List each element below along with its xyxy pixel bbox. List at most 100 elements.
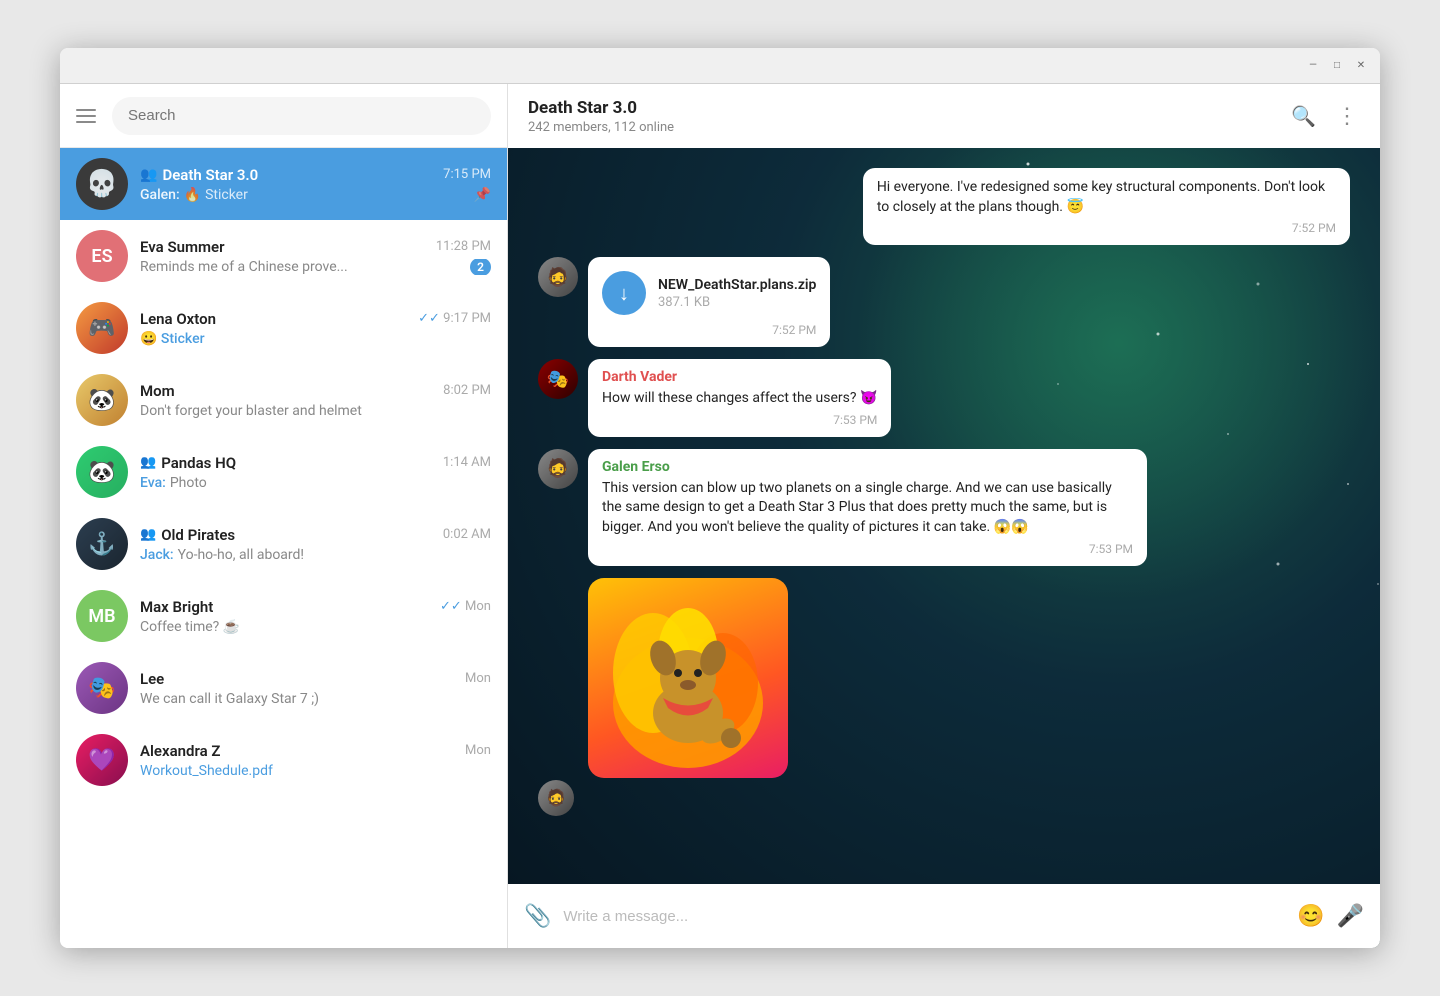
chat-name: Max Bright <box>140 598 213 616</box>
more-options-button[interactable]: ⋮ <box>1336 104 1360 129</box>
messages-area: Hi everyone. I've redesigned some key st… <box>508 148 1380 884</box>
attach-button[interactable]: 📎 <box>524 904 551 929</box>
download-button[interactable]: ↓ <box>602 271 646 315</box>
chat-name-row: Lena Oxton ✓✓ 9:17 PM <box>140 310 491 328</box>
chat-title-area: Death Star 3.0 242 members, 112 online <box>528 98 674 135</box>
message-group: 🎭 Darth Vader How will these changes aff… <box>538 359 891 437</box>
list-item[interactable]: ⚓ 👥 Old Pirates 0:02 AM Jack: Yo-ho-ho, … <box>60 508 507 580</box>
preview-sender: Galen: <box>140 187 180 203</box>
bottom-avatar-row: 🧔 <box>538 780 1350 816</box>
preview-text: Reminds me of a Chinese prove... <box>140 259 348 275</box>
preview-sender: Jack: <box>140 547 174 563</box>
voice-button[interactable]: 🎤 <box>1337 904 1364 929</box>
search-input[interactable] <box>128 107 475 124</box>
file-size: 387.1 KB <box>658 295 816 310</box>
message-input[interactable] <box>563 908 1285 925</box>
chat-info: Alexandra Z Mon Workout_Shedule.pdf <box>140 742 491 779</box>
chat-info: Eva Summer 11:28 PM Reminds me of a Chin… <box>140 238 491 275</box>
avatar: 🎭 <box>538 359 578 399</box>
avatar: 🐼 <box>76 446 128 498</box>
chat-time: 8:02 PM <box>443 383 491 398</box>
chat-info: 👥 Pandas HQ 1:14 AM Eva: Photo <box>140 454 491 491</box>
message-time: 7:53 PM <box>602 542 1133 556</box>
chat-time: 11:28 PM <box>436 239 491 254</box>
preview-text: We can call it Galaxy Star 7 ;) <box>140 691 319 707</box>
avatar: 🎮 <box>76 302 128 354</box>
double-check-icon: ✓✓ <box>440 599 462 614</box>
list-item[interactable]: 💀 👥 Death Star 3.0 7:15 PM Galen: 🔥 <box>60 148 507 220</box>
message-group: 🧔 Galen Erso This version can blow up tw… <box>538 449 1147 566</box>
chat-preview: Eva: Photo <box>140 475 491 491</box>
avatar: 🧔 <box>538 780 574 816</box>
group-icon: 👥 <box>140 527 156 542</box>
chat-time: 0:02 AM <box>443 527 491 542</box>
chat-preview: Reminds me of a Chinese prove... 2 <box>140 259 491 275</box>
list-item[interactable]: 🐼 Mom 8:02 PM Don't forget your blaster … <box>60 364 507 436</box>
chat-info: 👥 Old Pirates 0:02 AM Jack: Yo-ho-ho, al… <box>140 526 491 563</box>
preview-link: Workout_Shedule.pdf <box>140 763 273 779</box>
chat-subtitle: 242 members, 112 online <box>528 120 674 135</box>
chat-name-row: 👥 Pandas HQ 1:14 AM <box>140 454 491 472</box>
file-name: NEW_DeathStar.plans.zip <box>658 277 816 293</box>
list-item[interactable]: 💜 Alexandra Z Mon Workout_Shedule.pdf <box>60 724 507 796</box>
maximize-button[interactable]: □ <box>1330 59 1344 73</box>
preview-icon: 🔥 <box>184 187 201 203</box>
close-button[interactable]: ✕ <box>1354 59 1368 73</box>
badge: 2 <box>470 259 491 275</box>
chat-list: 💀 👥 Death Star 3.0 7:15 PM Galen: 🔥 <box>60 148 507 948</box>
chat-preview: Jack: Yo-ho-ho, all aboard! <box>140 547 491 563</box>
avatar: MB <box>76 590 128 642</box>
title-bar: — □ ✕ <box>60 48 1380 84</box>
chat-preview: We can call it Galaxy Star 7 ;) <box>140 691 491 707</box>
list-item[interactable]: 🎮 Lena Oxton ✓✓ 9:17 PM 😀 Sticker <box>60 292 507 364</box>
list-item[interactable]: ES Eva Summer 11:28 PM Reminds me of a C… <box>60 220 507 292</box>
preview-sender: Eva: <box>140 475 166 491</box>
main-content: 💀 👥 Death Star 3.0 7:15 PM Galen: 🔥 <box>60 84 1380 948</box>
file-bubble: ↓ NEW_DeathStar.plans.zip 387.1 KB 7:52 … <box>588 257 830 347</box>
chat-name: Lena Oxton <box>140 310 216 328</box>
chat-name-row: Eva Summer 11:28 PM <box>140 238 491 256</box>
search-box[interactable] <box>112 97 491 135</box>
chat-name: Alexandra Z <box>140 742 220 760</box>
preview-text: Coffee time? ☕ <box>140 619 240 635</box>
message-bubble: Hi everyone. I've redesigned some key st… <box>863 168 1350 245</box>
chat-input-area: 📎 😊 🎤 <box>508 884 1380 948</box>
chat-time: Mon <box>465 743 491 758</box>
sender-name: Galen Erso <box>602 459 1133 475</box>
group-icon: 👥 <box>140 167 157 183</box>
avatar: 🧔 <box>538 449 578 489</box>
emoji-button[interactable]: 😊 <box>1297 904 1324 929</box>
sidebar-header <box>60 84 507 148</box>
chat-preview: 😀 Sticker <box>140 331 491 347</box>
preview-text: Yo-ho-ho, all aboard! <box>178 547 304 563</box>
chat-name: Eva Summer <box>140 238 225 256</box>
group-icon: 👥 <box>140 455 156 470</box>
minimize-button[interactable]: — <box>1306 59 1320 73</box>
sidebar: 💀 👥 Death Star 3.0 7:15 PM Galen: 🔥 <box>60 84 508 948</box>
preview-text: Don't forget your blaster and helmet <box>140 403 362 419</box>
avatar: 🧔 <box>538 257 578 297</box>
list-item[interactable]: MB Max Bright ✓✓ Mon Coffee time? ☕ <box>60 580 507 652</box>
message-group: 🧔 ↓ NEW_DeathStar.plans.zip 387.1 KB 7:5… <box>538 257 830 347</box>
chat-info: 👥 Death Star 3.0 7:15 PM Galen: 🔥 Sticke… <box>140 166 491 203</box>
list-item[interactable]: 🐼 👥 Pandas HQ 1:14 AM Eva: Photo <box>60 436 507 508</box>
chat-name: 👥 Pandas HQ <box>140 454 236 472</box>
avatar: 💜 <box>76 734 128 786</box>
chat-header-actions: 🔍 ⋮ <box>1291 104 1360 129</box>
avatar: ⚓ <box>76 518 128 570</box>
chat-info: Mom 8:02 PM Don't forget your blaster an… <box>140 382 491 419</box>
search-button[interactable]: 🔍 <box>1291 104 1316 128</box>
avatar: 🎭 <box>76 662 128 714</box>
chat-time: ✓✓ 9:17 PM <box>418 311 491 326</box>
sticker-group <box>538 578 788 778</box>
list-item[interactable]: 🎭 Lee Mon We can call it Galaxy Star 7 ;… <box>60 652 507 724</box>
menu-button[interactable] <box>76 109 96 123</box>
avatar: ES <box>76 230 128 282</box>
chat-name: 👥 Death Star 3.0 <box>140 166 258 184</box>
message-text: How will these changes affect the users?… <box>602 389 877 409</box>
message-text: This version can blow up two planets on … <box>602 479 1133 538</box>
chat-name-row: Alexandra Z Mon <box>140 742 491 760</box>
avatar: 💀 <box>76 158 128 210</box>
chat-name-row: 👥 Death Star 3.0 7:15 PM <box>140 166 491 184</box>
avatar: 🐼 <box>76 374 128 426</box>
